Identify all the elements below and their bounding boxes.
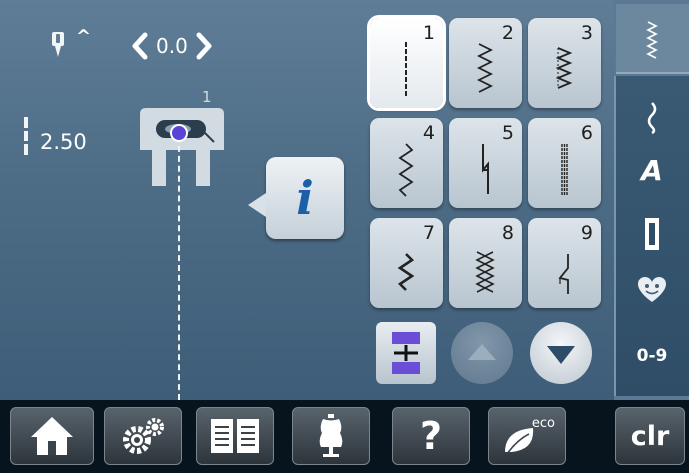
needle-right-arrow-icon[interactable] — [192, 30, 216, 62]
clear-label: clr — [630, 420, 670, 452]
stitch-tile[interactable]: 6 — [528, 118, 601, 208]
stitch-tile[interactable]: 4 — [370, 118, 443, 208]
stitch-number: 1 — [422, 22, 435, 44]
triangle-down-icon — [547, 346, 575, 364]
home-icon — [31, 417, 73, 455]
book-icon — [211, 419, 259, 453]
stitch-tile[interactable]: 2 — [449, 18, 522, 108]
buttonholes-icon — [645, 218, 659, 250]
stitch-length-value[interactable]: 2.50 — [40, 130, 87, 154]
stitch-number: 3 — [580, 22, 593, 44]
dress-form-icon — [319, 414, 343, 457]
stitch-tile[interactable]: 7 — [370, 218, 443, 308]
stitch-preview-line — [178, 136, 180, 400]
needle-position-value: 0.0 — [156, 34, 188, 58]
honeycomb-stitch-icon — [475, 251, 495, 293]
stitch-number: 8 — [501, 222, 514, 244]
alphabets-tab[interactable]: A — [630, 150, 674, 190]
personal-program-heart-icon — [638, 277, 666, 302]
needle-up-indicator: ^ — [76, 26, 92, 47]
home-button[interactable] — [10, 407, 94, 465]
straight-stitch-icon — [405, 42, 407, 96]
eco-label: eco — [531, 416, 555, 431]
buttonholes-tab[interactable] — [630, 214, 674, 254]
stitch-number: 2 — [501, 22, 514, 44]
stitch-number: 4 — [422, 122, 435, 144]
help-icon: ? — [419, 414, 443, 458]
stitch-tile[interactable]: 5 — [449, 118, 522, 208]
securing-stitch-icon — [482, 144, 489, 194]
stitch-length-icon[interactable] — [24, 117, 28, 155]
vari-overlock-stitch-icon — [555, 47, 573, 89]
decorative-stitches-tab[interactable] — [630, 98, 674, 138]
practical-stitches-tab[interactable] — [616, 4, 689, 74]
pattern-begin-icon — [392, 332, 420, 374]
running-stitch-icon — [398, 143, 414, 197]
stitch-number: 5 — [501, 122, 514, 144]
sewing-main-screen: ^ 0.0 2.50 1 i 1 2 3 4 5 6 7 8 9 A 0-9 — [0, 0, 689, 400]
info-button[interactable]: i — [248, 157, 344, 239]
stitch-number: 6 — [580, 122, 593, 144]
needle-stop-icon[interactable] — [48, 30, 70, 58]
personal-program-tab[interactable] — [630, 270, 674, 310]
practical-stitches-icon — [646, 21, 658, 59]
sewing-consultant-button[interactable] — [292, 407, 370, 465]
stitch-tile[interactable]: 1 — [367, 15, 446, 111]
setup-button[interactable] — [104, 407, 182, 465]
stitch-tile[interactable]: 8 — [449, 218, 522, 308]
presser-foot-icon[interactable] — [134, 100, 228, 186]
info-icon: i — [296, 171, 314, 225]
gear-icon — [123, 418, 164, 454]
stitch-tile[interactable]: 3 — [528, 18, 601, 108]
stitch-tile[interactable]: 9 — [528, 218, 601, 308]
stitch-number: 7 — [422, 222, 435, 244]
zigzag-stitch-icon — [476, 43, 494, 93]
triple-zigzag-stitch-icon — [397, 253, 415, 291]
scroll-down-button[interactable] — [530, 322, 592, 384]
alphabets-icon: A — [641, 153, 663, 187]
tutorial-button[interactable] — [196, 407, 274, 465]
pattern-begin-button[interactable] — [376, 322, 436, 384]
clear-button[interactable]: clr — [615, 407, 685, 465]
blind-stitch-icon — [558, 254, 569, 294]
eco-button[interactable]: eco — [488, 407, 566, 465]
direct-selection-tab[interactable]: 0-9 — [630, 336, 674, 376]
presser-foot-number: 1 — [202, 88, 212, 106]
scroll-up-button[interactable] — [451, 322, 513, 384]
stitch-number: 9 — [580, 222, 593, 244]
help-button[interactable]: ? — [392, 407, 470, 465]
decorative-stitches-icon — [647, 102, 657, 135]
triple-straight-stitch-icon — [561, 144, 568, 196]
triangle-up-icon — [468, 344, 496, 360]
direct-selection-label: 0-9 — [636, 346, 668, 366]
needle-position-control: 0.0 — [128, 28, 216, 64]
needle-position-dot-icon — [170, 124, 188, 142]
needle-left-arrow-icon[interactable] — [128, 30, 152, 62]
